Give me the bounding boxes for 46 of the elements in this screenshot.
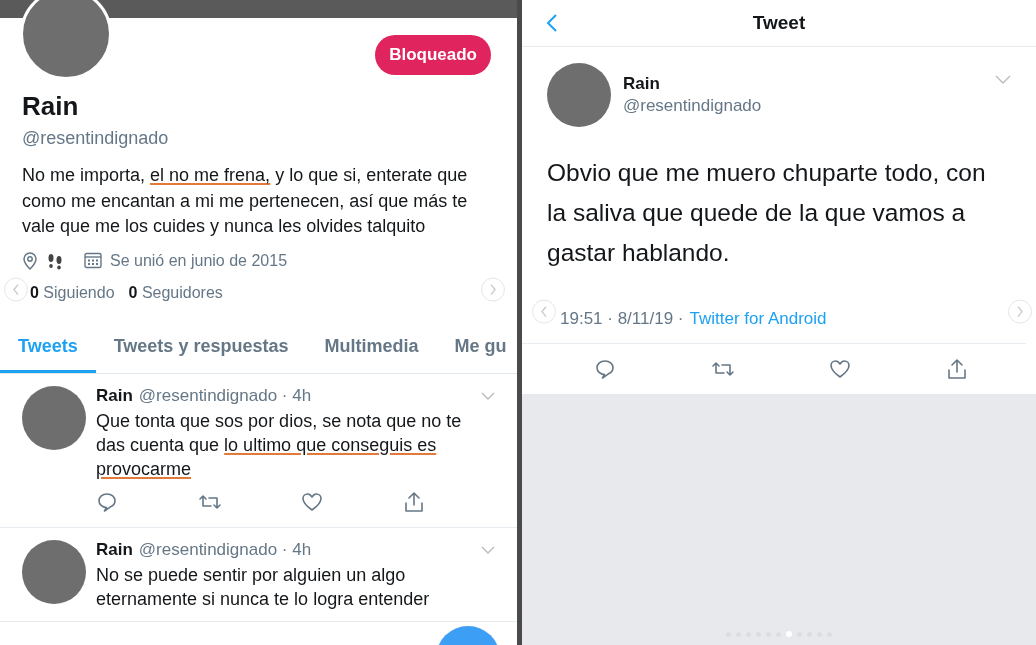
heart-icon[interactable]	[301, 490, 324, 513]
reply-icon[interactable]	[594, 358, 616, 380]
profile-name: Rain	[21, 90, 80, 122]
tweet-author: Rain	[96, 385, 133, 406]
previous-button[interactable]	[532, 299, 556, 324]
follow-count-link[interactable]: 0 Seguidores	[128, 283, 223, 302]
chevron-down-icon[interactable]	[481, 545, 495, 554]
footprints-icon	[46, 251, 64, 270]
profile-tab[interactable]: Tweets	[0, 323, 96, 373]
tweet-handle-time: @resentindignado · 4h	[138, 539, 312, 560]
profile-handle: @resentindignado	[21, 127, 170, 149]
chevron-right-icon	[1016, 305, 1024, 318]
screen-title: Tweet	[752, 12, 806, 34]
share-icon[interactable]	[402, 490, 425, 513]
profile-bio: No me importa, el no me frena, y lo que si, enterate que como me encantan a mi me pertenecen, así que más te vale que me los cuides y nunca les olvides talquito	[22, 164, 469, 238]
tweet-text: Obvio que me muero chuparte todo, con la saliva que quede de la que vamos a gastar hablando.	[547, 158, 987, 268]
tweet-row[interactable]: Rain @resentindignado · 4h No se puede sentir por alguien un algo eternamente si nunca te lo logra entender	[0, 527, 517, 622]
tweet-handle-time: @resentindignado · 4h	[138, 385, 312, 406]
profile-tab[interactable]: Multimedia	[306, 323, 437, 373]
tweet-row[interactable]: Rain @resentindignado · 4h Que tonta que sos por dios, se nota que no te das cuenta que lo ultimo que conseguis es provocarme	[0, 373, 517, 528]
share-icon[interactable]	[945, 358, 968, 380]
chevron-down-icon[interactable]	[481, 391, 495, 400]
tweet-timestamp: 19:51 · 8/11/19 ·	[560, 309, 684, 329]
blocked-button[interactable]: Bloqueado	[375, 35, 491, 75]
calendar-icon	[84, 252, 102, 269]
tweet-handle: @resentindignado	[623, 96, 762, 116]
follow-count-link[interactable]: 0 Siguiendo	[30, 283, 115, 302]
chevron-left-icon	[12, 283, 20, 296]
source-link[interactable]: Twitter for Android	[689, 309, 827, 329]
tweet-text: Que tonta que sos por dios, se nota que no te das cuenta que lo ultimo que conseguis es provocarme	[96, 409, 463, 481]
chevron-down-icon[interactable]	[995, 75, 1011, 84]
heart-icon[interactable]	[829, 358, 852, 380]
tweet-text: No se puede sentir por alguien un algo eternamente si nunca te lo logra entender	[96, 563, 431, 611]
join-date: Se unió en junio de 2015	[110, 251, 288, 270]
tweet-author: Rain	[623, 74, 661, 94]
tweet-author: Rain	[96, 539, 133, 560]
chevron-right-icon	[489, 283, 497, 296]
back-icon[interactable]	[546, 13, 558, 33]
reply-icon[interactable]	[96, 490, 118, 513]
next-button[interactable]	[1008, 299, 1032, 324]
location-pin-icon	[22, 251, 38, 270]
profile-tab[interactable]: Me gu	[436, 323, 517, 373]
previous-button[interactable]	[4, 277, 28, 302]
profile-tab[interactable]: Tweets y respuestas	[95, 323, 307, 373]
chevron-left-icon	[540, 305, 548, 318]
next-button[interactable]	[481, 277, 505, 302]
